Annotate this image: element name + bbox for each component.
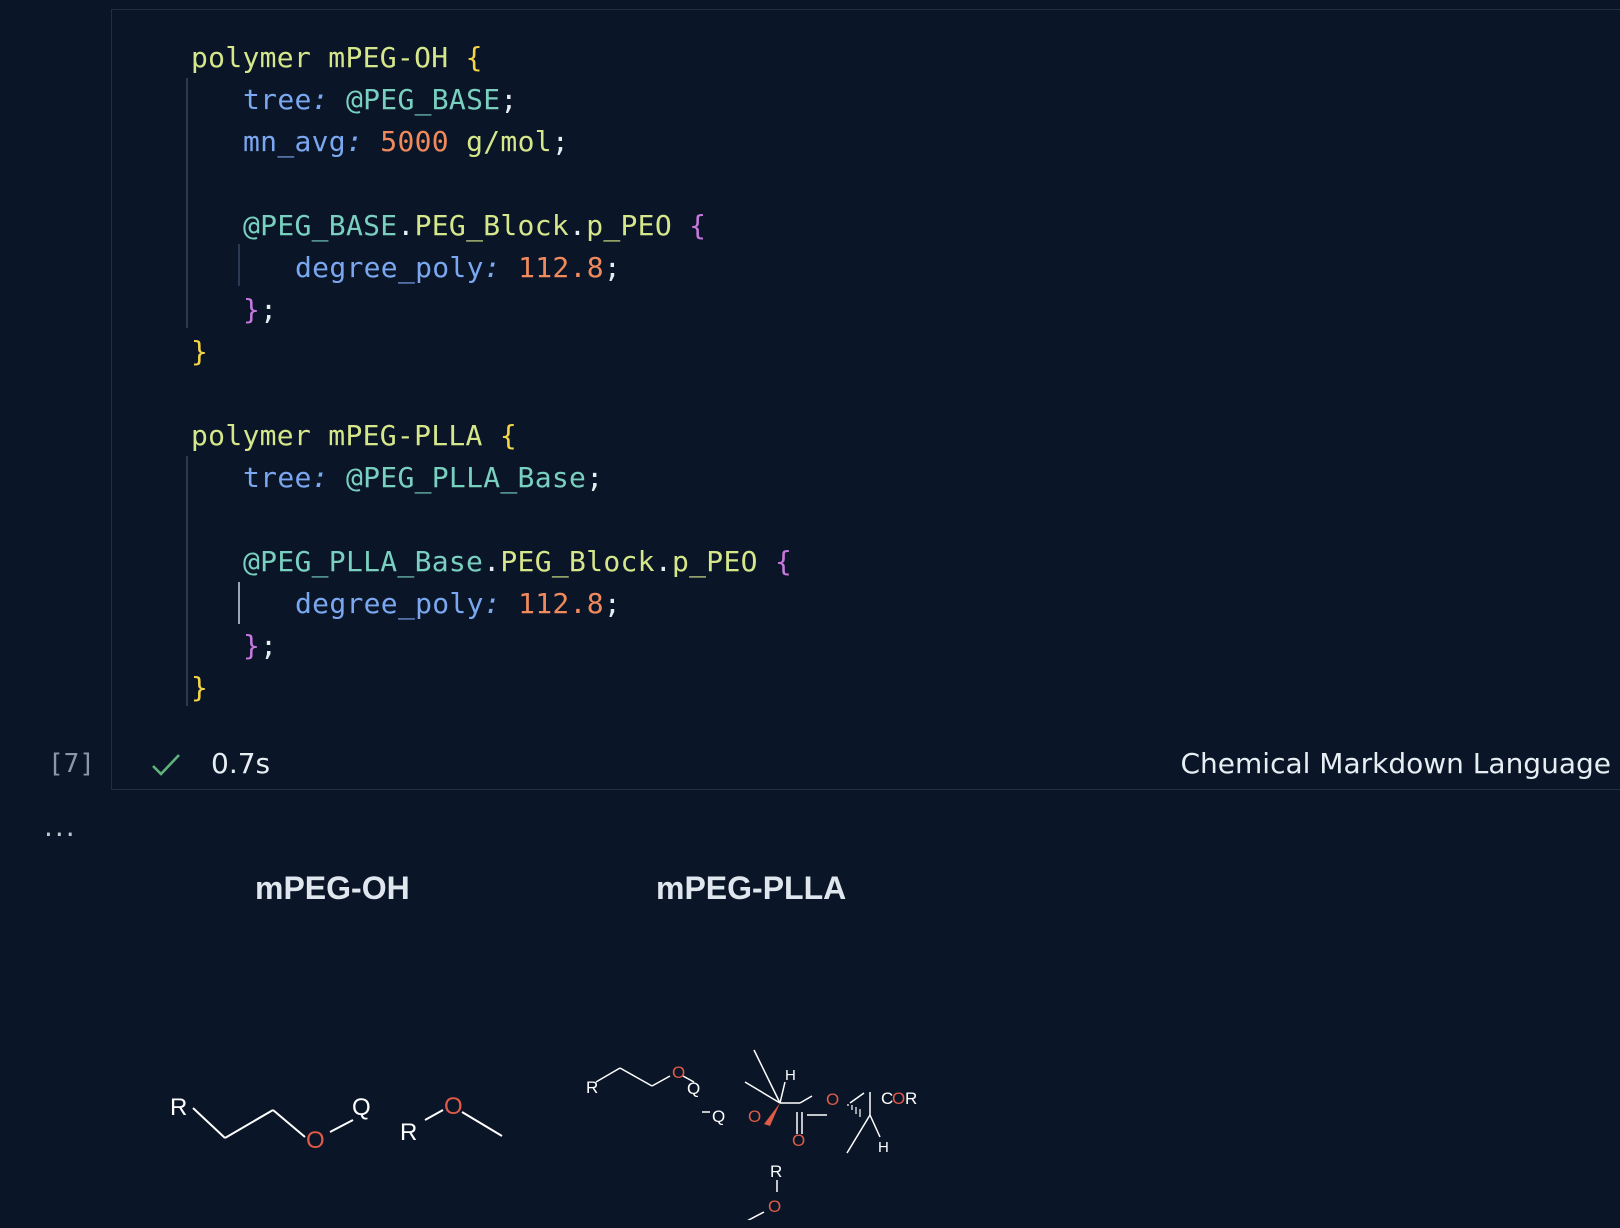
atom-label: H xyxy=(785,1067,796,1084)
number: 112.8 xyxy=(518,587,604,620)
reference: @PEG_PLLA_Base xyxy=(345,461,587,494)
code-line: polymer mPEG-PLLA { xyxy=(191,414,517,457)
polymer-name: mPEG-OH xyxy=(328,41,449,74)
atom-label: R xyxy=(170,1094,187,1121)
semicolon: ; xyxy=(603,587,622,620)
execution-duration: 0.7s xyxy=(211,747,271,780)
brace: } xyxy=(243,629,261,662)
atom-label: R xyxy=(400,1119,417,1146)
number: 112.8 xyxy=(518,251,604,284)
colon: : xyxy=(311,83,329,116)
atom-label-oxygen: O xyxy=(768,1197,781,1216)
number: 5000 xyxy=(380,125,449,158)
path-segment: p_PEO xyxy=(671,545,758,578)
reference: @PEG_BASE xyxy=(345,83,501,116)
dot: . xyxy=(569,209,587,242)
dot: . xyxy=(397,209,415,242)
keyword: polymer xyxy=(191,41,312,74)
atom-label: Q xyxy=(712,1107,725,1126)
indent-guide xyxy=(186,456,188,706)
code-line: @PEG_BASE.PEG_Block.p_PEO { xyxy=(243,204,706,247)
path-segment: PEG_Block xyxy=(414,209,570,242)
polymer-name: mPEG-PLLA xyxy=(328,419,483,452)
indent-guide xyxy=(238,582,240,624)
semicolon: ; xyxy=(603,251,622,284)
colon: : xyxy=(311,461,329,494)
property: mn_avg xyxy=(243,125,346,158)
molecule-title: mPEG-OH xyxy=(255,870,410,906)
atom-label: R xyxy=(586,1078,598,1097)
keyword: polymer xyxy=(191,419,312,452)
atom-label-oxygen: O xyxy=(672,1063,685,1082)
atom-label-oxygen: O xyxy=(892,1089,905,1108)
semicolon: ; xyxy=(551,125,570,158)
reference: @PEG_BASE xyxy=(243,209,398,242)
dot: . xyxy=(654,545,672,578)
molecule-title: mPEG-PLLA xyxy=(656,870,847,906)
brace: } xyxy=(191,335,209,368)
indent-guide xyxy=(186,78,188,328)
colon: : xyxy=(345,125,364,158)
output-prompt[interactable]: ... xyxy=(44,810,77,843)
semicolon: ; xyxy=(586,461,604,494)
brace: { xyxy=(465,41,483,74)
property: degree_poly xyxy=(295,251,484,284)
atom-label-oxygen: O xyxy=(748,1107,761,1126)
atom-label: Q xyxy=(352,1094,371,1121)
atom-label-oxygen: O xyxy=(826,1090,839,1109)
code-line: degree_poly: 112.8; xyxy=(295,582,621,625)
unit: g/mol xyxy=(466,125,552,158)
brace: { xyxy=(499,419,518,452)
property: tree xyxy=(243,461,312,494)
code-line: degree_poly: 112.8; xyxy=(295,246,621,289)
code-line: mn_avg: 5000 g/mol; xyxy=(243,120,569,163)
code-line: }; xyxy=(243,288,277,331)
cell-language[interactable]: Chemical Markdown Language xyxy=(1181,742,1612,786)
code-line: polymer mPEG-OH { xyxy=(191,36,483,79)
atom-label: R xyxy=(905,1089,917,1108)
atom-label: H xyxy=(878,1139,889,1156)
brace: { xyxy=(774,545,793,578)
atom-label-oxygen: O xyxy=(444,1093,463,1120)
property: degree_poly xyxy=(295,587,484,620)
brace: } xyxy=(243,293,261,326)
code-line: tree: @PEG_PLLA_Base; xyxy=(243,456,603,499)
atom-label-oxygen: O xyxy=(306,1127,325,1154)
colon: : xyxy=(483,587,501,620)
path-segment: p_PEO xyxy=(586,209,672,242)
semicolon: ; xyxy=(500,83,518,116)
atom-label-oxygen: O xyxy=(792,1131,805,1150)
check-icon xyxy=(150,742,182,786)
code-line: @PEG_PLLA_Base.PEG_Block.p_PEO { xyxy=(243,540,792,583)
code-line: tree: @PEG_BASE; xyxy=(243,78,518,121)
property: tree xyxy=(243,83,312,116)
brace: { xyxy=(689,209,707,242)
molecule-structure-mpeg-plla: R O Q H Q O O O C O R H R O xyxy=(586,1049,917,1220)
brace: } xyxy=(191,671,209,704)
atom-label: Q xyxy=(687,1079,700,1098)
dot: . xyxy=(483,545,501,578)
semicolon: ; xyxy=(260,629,278,662)
atom-label: R xyxy=(770,1162,782,1181)
code-line: } xyxy=(191,330,208,373)
path-segment: PEG_Block xyxy=(500,545,655,578)
execution-count: [7] xyxy=(48,749,95,779)
code-line: }; xyxy=(243,624,277,667)
indent-guide xyxy=(238,244,240,286)
molecule-structure-mpeg-oh: R O Q R O xyxy=(170,1093,503,1154)
colon: : xyxy=(483,251,501,284)
semicolon: ; xyxy=(260,293,278,326)
code-line: } xyxy=(191,666,208,709)
reference: @PEG_PLLA_Base xyxy=(243,545,484,578)
